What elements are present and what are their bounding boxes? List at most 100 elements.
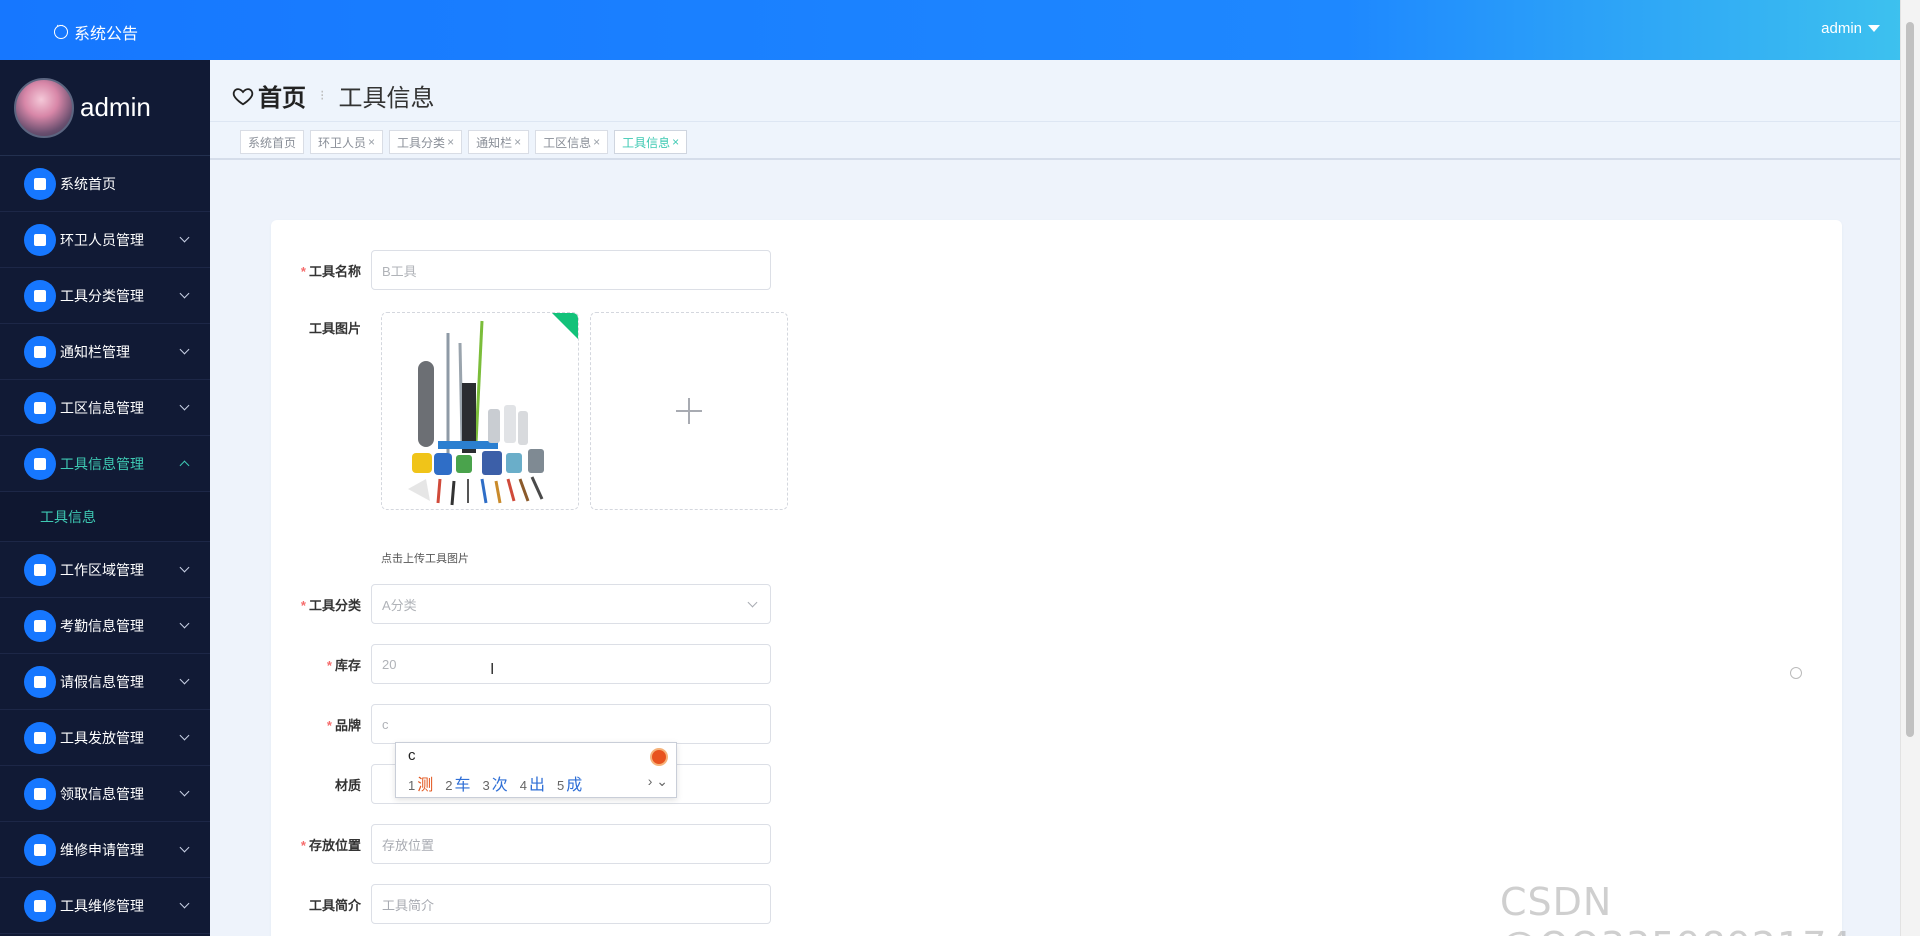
- field-label: * 品牌: [326, 717, 361, 733]
- ime-candidate[interactable]: 2车: [445, 771, 470, 795]
- tab-tool-info[interactable]: 工具信息 ×: [614, 130, 688, 154]
- sidebar-item-work-zone[interactable]: 工区信息管理: [0, 380, 210, 436]
- user-menu[interactable]: admin: [1821, 20, 1880, 37]
- chevron-down-icon: [747, 597, 758, 608]
- chevron-down-icon: [179, 400, 190, 411]
- sidebar-item-tool-category[interactable]: 工具分类管理: [0, 268, 210, 324]
- close-icon[interactable]: ×: [514, 135, 521, 149]
- sidebar-item-repair-request[interactable]: 维修申请管理: [0, 822, 210, 878]
- sidebar-item-home[interactable]: 系统首页: [0, 156, 210, 212]
- sidebar-item-label: 工具分类管理: [60, 287, 144, 304]
- notice-link[interactable]: 系统公告: [54, 20, 138, 44]
- tabs-bar: 系统首页 环卫人员 × 工具分类 × 通知栏 × 工区信息 × 工具信息 ×: [210, 122, 1900, 160]
- close-icon[interactable]: ×: [368, 135, 375, 149]
- tab-notice[interactable]: 通知栏 ×: [468, 130, 530, 154]
- form-row-stock: * 库存 20: [271, 644, 771, 684]
- breadcrumb-home[interactable]: 首页: [258, 78, 306, 113]
- caret-down-icon: [1868, 25, 1880, 32]
- chevron-down-icon: [179, 344, 190, 355]
- success-badge: [551, 313, 578, 340]
- sidebar-item-work-area[interactable]: 工作区域管理: [0, 542, 210, 598]
- tab-list: 系统首页 环卫人员 × 工具分类 × 通知栏 × 工区信息 × 工具信息 ×: [240, 130, 688, 154]
- close-icon[interactable]: ×: [593, 135, 600, 149]
- notice-label: 系统公告: [74, 26, 139, 43]
- chevron-down-icon: [179, 730, 190, 741]
- chevron-down-icon: [179, 232, 190, 243]
- form-row-name: * 工具名称 B工具: [271, 250, 771, 290]
- building-icon: [24, 777, 56, 810]
- intro-input[interactable]: 工具简介: [371, 884, 771, 924]
- brand-input[interactable]: c: [371, 704, 771, 744]
- breadcrumb: 首页 ⁝ 工具信息: [232, 78, 434, 113]
- chevron-down-icon: [179, 842, 190, 853]
- chevron-up-icon: [179, 460, 190, 471]
- field-label: * 存放位置: [300, 837, 361, 853]
- tab-tool-category[interactable]: 工具分类 ×: [389, 130, 463, 154]
- sidebar-item-label: 工作区域管理: [60, 561, 144, 578]
- top-bar: 系统公告 admin: [0, 0, 1920, 60]
- tab-label: 工具信息: [622, 135, 671, 150]
- ime-candidate-list: 1测 2车 3次 4出 5成: [408, 771, 582, 795]
- clear-icon[interactable]: [1790, 667, 1802, 679]
- clipboard-check-icon: [24, 279, 56, 312]
- sidebar-item-label: 请假信息管理: [60, 673, 144, 690]
- sidebar-item-receive[interactable]: 领取信息管理: [0, 766, 210, 822]
- tab-label: 工具分类: [397, 135, 446, 150]
- upload-button[interactable]: [590, 312, 788, 510]
- form-row-image: 工具图片: [271, 318, 371, 337]
- tab-label: 环卫人员: [318, 135, 367, 150]
- tab-home[interactable]: 系统首页: [240, 130, 305, 154]
- chevron-down-icon: [179, 898, 190, 909]
- chevron-down-icon: [179, 618, 190, 629]
- form-row-intro: 工具简介 工具简介: [271, 884, 771, 924]
- sidebar-item-tool-repair[interactable]: 工具维修管理: [0, 878, 210, 934]
- breadcrumb-separator: ⁝: [320, 87, 325, 103]
- text-cursor-icon: I: [490, 661, 495, 678]
- tool-name-input[interactable]: B工具: [371, 250, 771, 290]
- field-label: 工具图片: [308, 321, 361, 336]
- sidebar: admin 系统首页 环卫人员管理 工具分类管理 通知栏管理 工区信息管理 工具…: [0, 60, 210, 936]
- chevron-down-icon: [179, 562, 190, 573]
- clipboard-icon: [24, 223, 56, 256]
- plus-icon: [676, 398, 702, 424]
- sidebar-item-leave[interactable]: 请假信息管理: [0, 654, 210, 710]
- ime-candidate[interactable]: 3次: [483, 771, 508, 795]
- sidebar-item-staff[interactable]: 环卫人员管理: [0, 212, 210, 268]
- category-select[interactable]: A分类: [371, 584, 771, 624]
- bar-chart-icon: [24, 447, 56, 480]
- sidebar-item-label: 工具维修管理: [60, 897, 144, 914]
- sidebar-subitem-tool-info[interactable]: 工具信息: [0, 492, 210, 542]
- sidebar-item-label: 领取信息管理: [60, 785, 144, 802]
- sidebar-item-label: 工区信息管理: [60, 399, 144, 416]
- close-icon[interactable]: ×: [672, 135, 679, 149]
- stock-input[interactable]: 20: [371, 644, 771, 684]
- tab-label: 系统首页: [248, 135, 297, 150]
- ime-candidate[interactable]: 4出: [520, 771, 545, 795]
- ime-next-page-icon[interactable]: › ⌄: [648, 773, 668, 790]
- grid-icon: [24, 721, 56, 754]
- field-label: * 工具分类: [300, 597, 361, 613]
- grid-icon: [24, 335, 56, 368]
- profile-name: admin: [80, 92, 151, 122]
- location-input[interactable]: 存放位置: [371, 824, 771, 864]
- form-card: * 工具名称 B工具 工具图片 点击上传工具图片 * 工具分类 A分类 * 库存…: [271, 220, 1842, 936]
- close-icon[interactable]: ×: [447, 135, 454, 149]
- field-label: * 库存: [326, 657, 361, 673]
- sidebar-item-label: 工具信息管理: [60, 455, 144, 472]
- ime-composition: c: [408, 747, 416, 764]
- sidebar-item-notice[interactable]: 通知栏管理: [0, 324, 210, 380]
- tab-work-zone[interactable]: 工区信息 ×: [535, 130, 609, 154]
- page-scrollbar[interactable]: [1900, 0, 1920, 936]
- form-row-category: * 工具分类 A分类: [271, 584, 771, 624]
- ime-candidate[interactable]: 5成: [557, 771, 582, 795]
- sliders-icon: [24, 889, 56, 922]
- ime-candidate[interactable]: 1测: [408, 771, 433, 795]
- tab-staff[interactable]: 环卫人员 ×: [310, 130, 384, 154]
- sidebar-item-tool-issue[interactable]: 工具发放管理: [0, 710, 210, 766]
- uploaded-image[interactable]: [381, 312, 579, 510]
- scrollbar-thumb[interactable]: [1906, 22, 1914, 737]
- sidebar-item-attendance[interactable]: 考勤信息管理: [0, 598, 210, 654]
- home-icon: [24, 167, 56, 200]
- flag-icon: [24, 391, 56, 424]
- sidebar-item-tool-info[interactable]: 工具信息管理: [0, 436, 210, 492]
